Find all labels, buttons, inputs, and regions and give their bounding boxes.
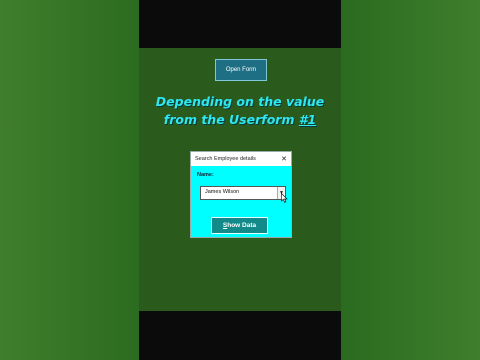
name-combobox-value: James Wilson bbox=[205, 189, 240, 195]
letterbox-top bbox=[139, 0, 341, 48]
background-left bbox=[0, 0, 139, 360]
caption-line-2: from the Userform #1 bbox=[139, 111, 341, 129]
name-label: Name: bbox=[197, 172, 214, 178]
caption-line-1: Depending on the value bbox=[155, 94, 325, 109]
video-stage: Open Form Depending on the value from th… bbox=[139, 48, 341, 311]
caption-text: Depending on the value from the Userform… bbox=[139, 93, 341, 129]
mouse-cursor-icon bbox=[281, 193, 288, 203]
dialog-title: Search Employee details bbox=[195, 156, 256, 162]
show-data-button[interactable]: Show Data bbox=[211, 217, 268, 234]
show-data-label: how Data bbox=[227, 222, 257, 229]
background-right bbox=[341, 0, 480, 360]
caption-line-2-text: from the Userform bbox=[163, 112, 299, 127]
caption-number: #1 bbox=[298, 112, 317, 127]
dialog-titlebar: Search Employee details ✕ bbox=[191, 152, 291, 166]
name-combobox[interactable]: James Wilson ▼ bbox=[200, 186, 286, 200]
search-employee-dialog: Search Employee details ✕ Name: James Wi… bbox=[190, 151, 292, 238]
open-form-button[interactable]: Open Form bbox=[215, 59, 267, 81]
letterbox-bottom bbox=[139, 311, 341, 360]
close-icon[interactable]: ✕ bbox=[281, 156, 287, 163]
